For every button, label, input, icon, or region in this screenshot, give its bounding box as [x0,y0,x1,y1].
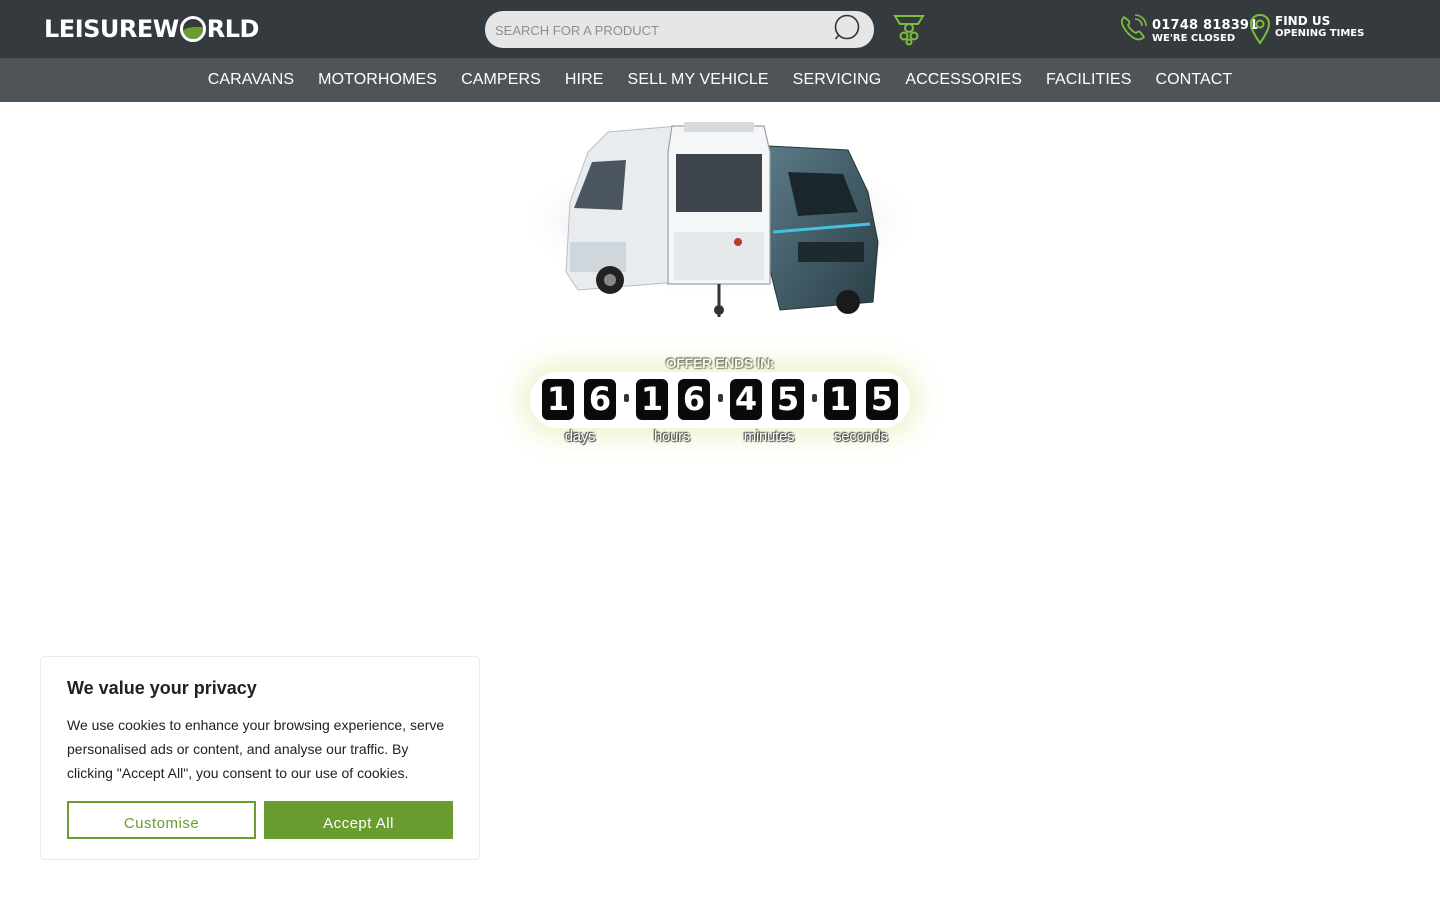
nav-item-campers[interactable]: CAMPERS [461,71,541,89]
top-bar: LEISUREW RLD 01748 818391 WE'RE CLOSED FI… [0,0,1440,58]
phone-status: WE'RE CLOSED [1152,33,1236,44]
nav-item-sell-my-vehicle[interactable]: SELL MY VEHICLE [628,71,769,89]
days-digit-1: 1 [542,379,574,420]
minutes-label: minutes [743,428,795,445]
search-input[interactable] [495,19,825,41]
nav-item-servicing[interactable]: SERVICING [793,71,882,89]
minutes-digit-1: 4 [730,379,762,420]
opening-times: OPENING TIMES [1275,28,1365,39]
find-us-title: FIND US [1275,14,1331,28]
phone-number: 01748 818391 [1152,18,1259,33]
nav-item-accessories[interactable]: ACCESSORIES [905,71,1022,89]
map-pin-icon[interactable] [1249,13,1271,45]
countdown-separator [718,394,723,402]
find-us-link[interactable]: FIND US OPENING TIMES [1275,14,1364,40]
nav-item-caravans[interactable]: CARAVANS [208,71,294,89]
leisureworld-logo[interactable]: LEISUREW RLD [44,13,259,45]
seconds-digit-2: 5 [866,379,898,420]
hours-label: hours [653,428,691,445]
logo-text-right: RLD [206,15,260,43]
accept-all-button[interactable]: Accept All [264,801,453,839]
days-label: days [564,428,596,445]
nav-item-facilities[interactable]: FACILITIES [1046,71,1131,89]
seconds-label: seconds [834,428,888,445]
cookie-consent-banner: We value your privacy We use cookies to … [40,656,480,860]
offer-ends-label: OFFER ENDS IN: [665,355,775,371]
logo-globe-icon [179,16,206,42]
minutes-digit-2: 5 [772,379,804,420]
hours-digit-1: 1 [636,379,668,420]
phone-icon[interactable] [1118,13,1148,43]
days-digit-2: 6 [584,379,616,420]
vehicles-hero-image[interactable] [518,112,922,324]
countdown-separator [812,394,817,402]
search-icon[interactable] [834,14,862,42]
countdown-separator [624,394,629,402]
steering-wheel-icon[interactable] [892,12,926,46]
nav-item-motorhomes[interactable]: MOTORHOMES [318,71,437,89]
phone-contact[interactable]: 01748 818391 WE'RE CLOSED [1152,19,1258,45]
cookie-title: We value your privacy [67,678,257,698]
search-bar [485,11,874,48]
nav-item-contact[interactable]: CONTACT [1155,71,1232,89]
hours-digit-2: 6 [678,379,710,420]
logo-text-left: LEISUREW [44,15,179,43]
main-nav: CARAVANS MOTORHOMES CAMPERS HIRE SELL MY… [0,58,1440,102]
customise-button[interactable]: Customise [67,801,256,839]
cookie-text: We use cookies to enhance your browsing … [67,717,445,781]
seconds-digit-1: 1 [824,379,856,420]
nav-item-hire[interactable]: HIRE [565,71,604,89]
